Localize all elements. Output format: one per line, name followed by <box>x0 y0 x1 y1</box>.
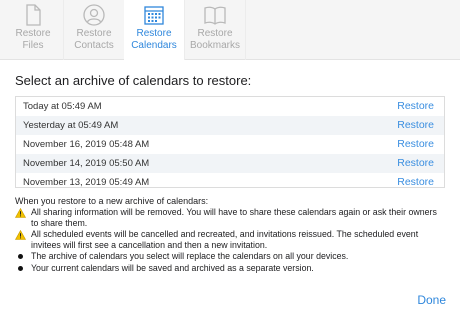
warning-icon <box>15 230 26 240</box>
bullet-icon <box>18 254 23 259</box>
book-icon <box>204 6 226 25</box>
archive-date: Yesterday at 05:49 AM <box>23 120 119 131</box>
archive-date: November 13, 2019 05:49 AM <box>23 177 150 188</box>
archive-date: November 14, 2019 05:50 AM <box>23 158 150 169</box>
tab-restore-calendars-label: Restore Calendars <box>131 28 177 51</box>
restore-toolbar: Restore Files Restore Contacts Restore Cale… <box>0 0 460 60</box>
archive-row: November 14, 2019 05:50 AM Restore <box>16 154 444 173</box>
info-title: When you restore to a new archive of cal… <box>15 196 209 206</box>
contact-icon <box>83 4 105 26</box>
calendar-icon <box>144 6 164 25</box>
note-text: All scheduled events will be cancelled a… <box>31 229 419 250</box>
restore-button[interactable]: Restore <box>397 173 434 187</box>
restore-button[interactable]: Restore <box>397 154 434 173</box>
archive-row: Yesterday at 05:49 AM Restore <box>16 116 444 135</box>
note-text: Your current calendars will be saved and… <box>31 262 314 273</box>
tab-restore-calendars[interactable]: Restore Calendars <box>124 0 185 60</box>
bullet-icon <box>18 265 23 271</box>
page-title: Select an archive of calendars to restor… <box>15 73 252 88</box>
warning-note: All sharing information will be removed.… <box>15 207 445 228</box>
archive-list[interactable]: Today at 05:49 AM Restore Yesterday at 0… <box>15 96 445 188</box>
note-text: The archive of calendars you select will… <box>31 251 349 261</box>
warning-icon <box>15 208 26 218</box>
archive-row: November 13, 2019 05:49 AM Restore <box>16 173 444 188</box>
done-button[interactable]: Done <box>417 293 446 307</box>
tab-restore-contacts[interactable]: Restore Contacts <box>64 0 125 60</box>
archive-date: November 16, 2019 05:48 AM <box>23 139 150 150</box>
archive-date: Today at 05:49 AM <box>23 101 102 112</box>
tab-restore-contacts-label: Restore Contacts <box>74 28 114 51</box>
archive-row: November 16, 2019 05:48 AM Restore <box>16 135 444 154</box>
info-notes: All sharing information will be removed.… <box>15 207 445 274</box>
restore-button[interactable]: Restore <box>397 97 434 116</box>
archive-row: Today at 05:49 AM Restore <box>16 97 444 116</box>
tab-restore-bookmarks[interactable]: Restore Bookmarks <box>185 0 246 60</box>
tab-restore-files[interactable]: Restore Files <box>3 0 64 60</box>
warning-note: All scheduled events will be cancelled a… <box>15 229 445 250</box>
tab-restore-bookmarks-label: Restore Bookmarks <box>189 28 240 51</box>
restore-button[interactable]: Restore <box>397 135 434 154</box>
bullet-note: The archive of calendars you select will… <box>15 251 445 262</box>
note-text: All sharing information will be removed.… <box>31 207 437 228</box>
bullet-note: Your current calendars will be saved and… <box>15 263 445 274</box>
restore-button[interactable]: Restore <box>397 116 434 135</box>
tab-restore-files-label: Restore Files <box>15 28 51 51</box>
document-icon <box>26 4 41 26</box>
